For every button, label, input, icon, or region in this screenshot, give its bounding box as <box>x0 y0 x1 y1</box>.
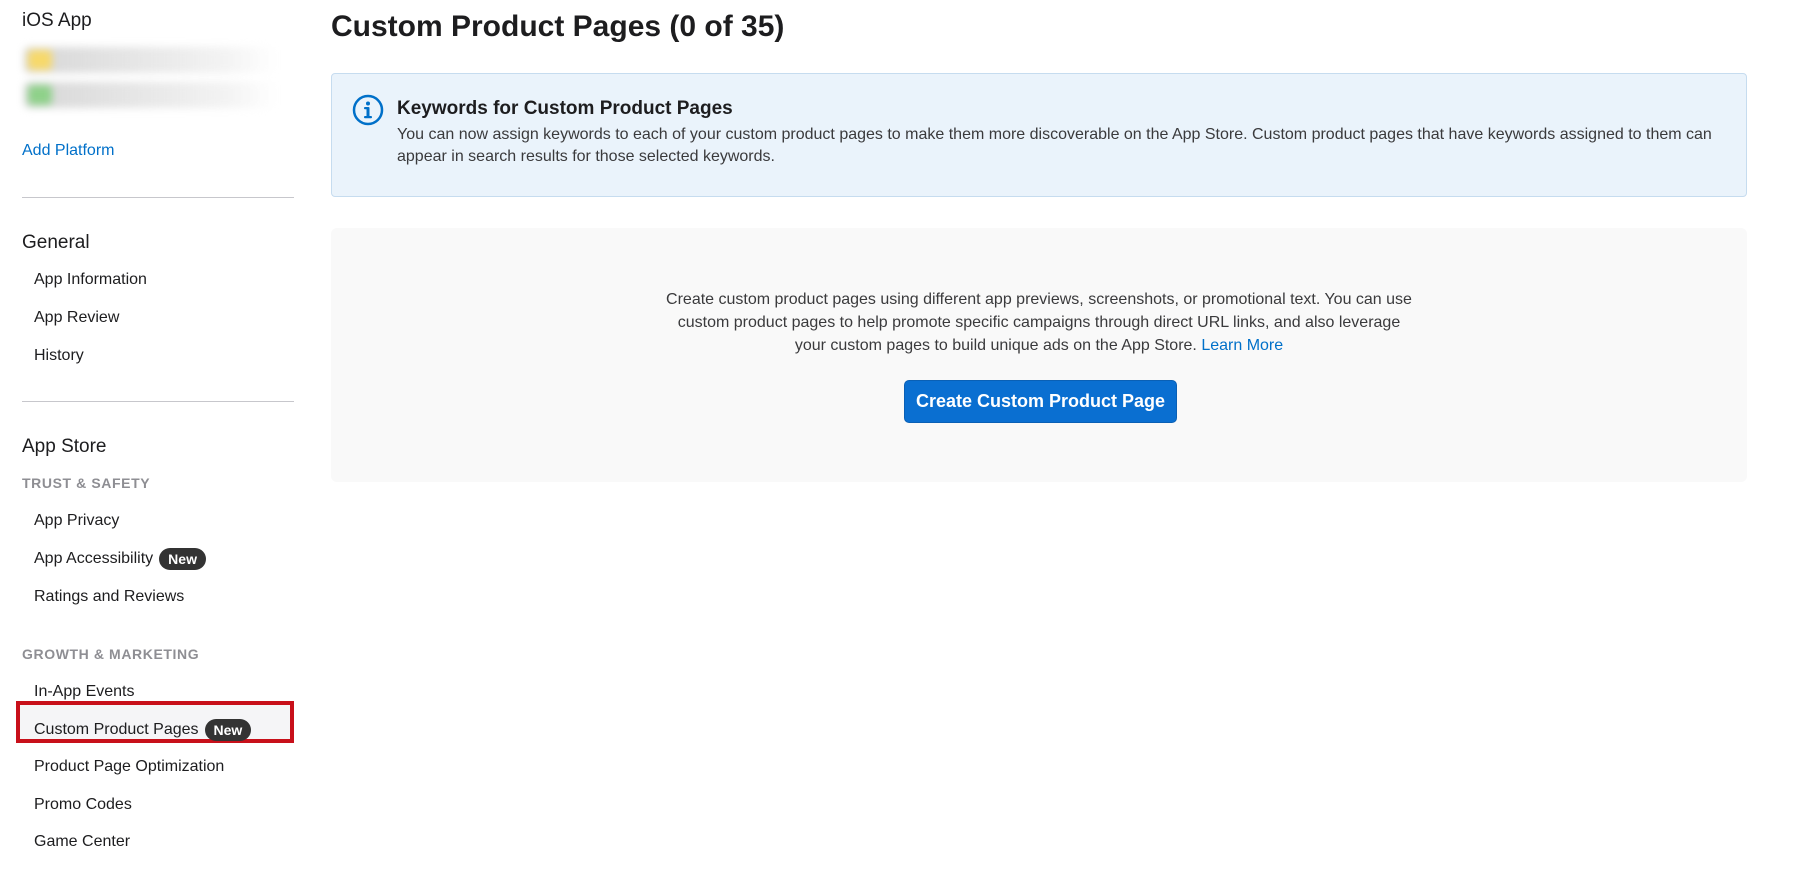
learn-more-link[interactable]: Learn More <box>1201 337 1283 354</box>
sidebar-item-label: Custom Product Pages <box>34 721 199 738</box>
sidebar-item-promo-codes[interactable]: Promo Codes <box>34 796 132 814</box>
sidebar-item-game-center[interactable]: Game Center <box>34 833 130 851</box>
sidebar-item-label: App Review <box>34 309 120 326</box>
blurred-app-version-row[interactable] <box>24 47 276 73</box>
sidebar-item-app-information[interactable]: App Information <box>34 271 147 289</box>
new-badge: New <box>204 719 252 741</box>
sidebar-item-label: App Accessibility <box>34 550 154 567</box>
group-label-trust-safety: TRUST & SAFETY <box>22 475 151 491</box>
page-title: Custom Product Pages (0 of 35) <box>331 10 785 43</box>
sidebar-item-app-accessibility[interactable]: App Accessibility New <box>34 548 206 570</box>
sidebar-item-label: History <box>34 347 84 364</box>
platform-title: iOS App <box>22 10 92 31</box>
sidebar-item-product-page-optimization[interactable]: Product Page Optimization <box>34 758 224 776</box>
sidebar-item-custom-product-pages[interactable]: Custom Product Pages New <box>34 719 252 741</box>
section-title-general: General <box>22 232 90 253</box>
sidebar-item-label: App Information <box>34 271 147 288</box>
sidebar-item-in-app-events[interactable]: In-App Events <box>34 683 135 701</box>
sidebar-divider <box>22 401 294 402</box>
sidebar-item-history[interactable]: History <box>34 347 84 365</box>
empty-state-description: Create custom product pages using differ… <box>666 291 1412 354</box>
sidebar-item-label: Product Page Optimization <box>34 758 225 775</box>
blurred-app-version-row[interactable] <box>24 82 276 108</box>
sidebar-item-app-review[interactable]: App Review <box>34 309 119 327</box>
sidebar-item-label: Promo Codes <box>34 796 132 813</box>
empty-state-panel: Create custom product pages using differ… <box>331 228 1747 482</box>
group-label-growth-marketing: GROWTH & MARKETING <box>22 646 200 662</box>
sidebar-item-label: Ratings and Reviews <box>34 588 185 605</box>
sidebar-item-ratings-and-reviews[interactable]: Ratings and Reviews <box>34 588 184 606</box>
info-banner-title: Keywords for Custom Product Pages <box>397 98 733 119</box>
app-icon <box>28 50 52 70</box>
create-custom-product-page-button[interactable]: Create Custom Product Page <box>904 380 1177 423</box>
sidebar-item-label: App Privacy <box>34 512 120 529</box>
info-circle-icon <box>352 94 384 126</box>
empty-state-text: Create custom product pages using differ… <box>661 288 1417 357</box>
sidebar-item-app-privacy[interactable]: App Privacy <box>34 512 119 530</box>
info-banner: Keywords for Custom Product Pages You ca… <box>331 73 1747 197</box>
app-root: iOS App Add Platform General App Informa… <box>0 0 1795 876</box>
info-banner-text: You can now assign keywords to each of y… <box>397 126 1712 165</box>
section-title-app-store: App Store <box>22 436 107 457</box>
sidebar-item-label: In-App Events <box>34 683 135 700</box>
sidebar: iOS App Add Platform General App Informa… <box>0 0 300 876</box>
app-icon <box>28 85 52 105</box>
sidebar-item-label: Game Center <box>34 833 131 850</box>
add-platform-link[interactable]: Add Platform <box>22 142 114 160</box>
sidebar-divider <box>22 197 294 198</box>
new-badge: New <box>159 548 206 570</box>
